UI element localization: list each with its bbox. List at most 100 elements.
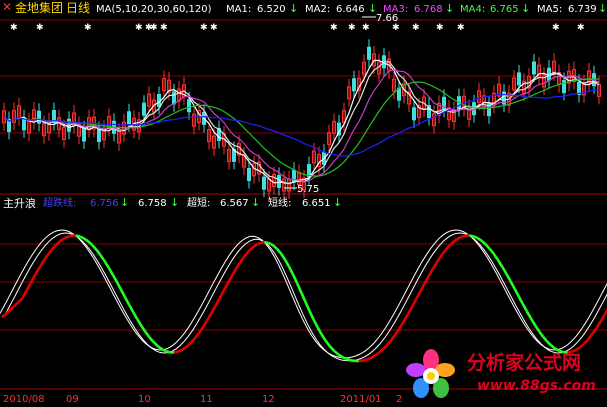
main-wave-segment <box>591 327 598 335</box>
main-wave-segment <box>414 291 422 300</box>
main-wave-segment <box>370 354 376 359</box>
main-wave-segment <box>103 260 110 269</box>
moving-average-line <box>3 60 600 185</box>
signal-star: ✱ <box>84 23 92 33</box>
main-wave-segment <box>529 317 537 326</box>
main-wave-segment <box>362 358 368 362</box>
alert-icon: ✕ <box>2 0 13 14</box>
time-label-09: 09 <box>66 394 79 405</box>
main-wave-segment <box>267 241 274 247</box>
main-wave-segment <box>107 266 114 276</box>
main-wave-segment <box>255 241 261 246</box>
main-wave-segment <box>161 347 167 353</box>
line1-name: 超跌线: <box>43 198 77 209</box>
main-wave-segment <box>247 246 254 253</box>
main-wave-segment <box>308 310 315 321</box>
main-wave-segment <box>542 335 549 343</box>
main-wave-segment <box>447 241 454 248</box>
main-wave-segment <box>75 234 81 238</box>
main-wave-segment <box>513 287 520 297</box>
stock-name: 金地集团 <box>15 1 64 15</box>
main-wave-segment <box>201 320 209 328</box>
main-wave-segment <box>517 295 524 305</box>
ma5-arrow: ↓ <box>598 2 607 15</box>
signal-star: ✱ <box>135 23 143 33</box>
main-wave-segment <box>271 243 278 250</box>
main-wave-segment <box>5 308 12 315</box>
ma2-name: MA2: <box>305 4 331 15</box>
main-wave-segment <box>505 272 512 282</box>
signal-star: ✱ <box>436 23 444 33</box>
main-wave-segment <box>123 296 131 306</box>
main-wave-segment <box>136 318 143 327</box>
ma1-name: MA1: <box>226 4 252 15</box>
main-wave-segment <box>595 320 602 329</box>
ma1-value: 6.520 <box>257 4 286 15</box>
high-price-marker: 7.66 <box>376 13 399 24</box>
main-wave-segment <box>144 331 151 339</box>
main-wave-segment <box>350 358 355 363</box>
period-label[interactable]: 日线 <box>66 2 90 15</box>
line3-name: 超短: <box>187 198 211 209</box>
ma5-value: 6.739 <box>568 4 597 15</box>
signal-star: ✱ <box>362 23 370 33</box>
low-price-marker: 5.75 <box>297 184 320 195</box>
main-wave-segment <box>1 312 7 319</box>
moving-average-line <box>3 89 600 157</box>
stock-chart-window: ✱ ✱ ✱ ✱ ✱ ✱ ✱ ✱ ✱ ✱ ✱ ✱ ✱ ✱ ✱ ✱ ✱ ✱ ✕ 金地集团 日线 MA(5,10,20,… <box>0 0 607 407</box>
main-wave-segment <box>25 282 32 292</box>
main-wave-segment <box>492 253 500 261</box>
candle-body <box>127 111 131 125</box>
signal-star: ✱ <box>457 23 465 33</box>
main-wave-segment <box>218 290 225 300</box>
main-wave-segment <box>17 297 24 304</box>
main-wave-segment <box>148 336 155 344</box>
main-wave-segment <box>83 237 89 243</box>
candle-body <box>82 128 86 142</box>
main-wave-segment <box>423 275 430 285</box>
main-wave-segment <box>79 235 85 240</box>
signal-star: ✱ <box>552 23 560 33</box>
candle-body <box>367 46 371 60</box>
main-wave-segment <box>264 240 269 245</box>
main-wave-segment <box>300 292 307 303</box>
main-wave-segment <box>152 341 159 348</box>
time-label-2011-01: 2011/01 <box>340 394 382 405</box>
signal-star: ✱ <box>210 23 218 33</box>
main-wave-segment <box>341 355 347 361</box>
main-wave-segment <box>197 326 204 334</box>
ma1-arrow: ↓ <box>289 2 299 15</box>
line4-arrow: ↓ <box>333 196 343 209</box>
signal-star: ✱ <box>150 23 158 33</box>
ultra-short-line <box>3 232 607 362</box>
watermark-logo: 分析家公式网 www.88gs.com <box>405 344 605 406</box>
main-wave-segment <box>9 305 16 311</box>
candle-body <box>577 81 581 95</box>
candle-body <box>142 102 146 116</box>
time-label-02: 2 <box>396 394 403 405</box>
main-wave-segment <box>472 235 479 240</box>
main-wave-segment <box>324 340 332 348</box>
line2-arrow: ↓ <box>170 196 180 209</box>
main-wave-segment <box>140 325 147 333</box>
main-wave-segment <box>185 342 192 348</box>
main-wave-segment <box>157 345 163 351</box>
main-wave-segment <box>484 243 491 250</box>
candle-body <box>532 61 536 75</box>
main-wave-segment <box>435 255 442 264</box>
signal-star: ✱ <box>36 23 44 33</box>
line3-value: 6.567 <box>220 198 249 209</box>
time-label-10: 10 <box>138 394 151 405</box>
main-wave-segment <box>111 273 118 283</box>
main-wave-segment <box>443 245 450 252</box>
candle-body <box>292 169 296 183</box>
main-wave-segment <box>427 268 434 278</box>
main-wave-segment <box>41 255 49 263</box>
main-wave-segment <box>275 247 282 255</box>
main-wave-segment <box>406 306 414 315</box>
time-label-11: 11 <box>200 394 213 405</box>
main-wave-segment <box>13 301 20 307</box>
ma-params: MA(5,10,20,30,60,120) <box>96 4 212 15</box>
ma4-value: 6.765 <box>490 4 519 15</box>
candle-body <box>517 72 521 86</box>
